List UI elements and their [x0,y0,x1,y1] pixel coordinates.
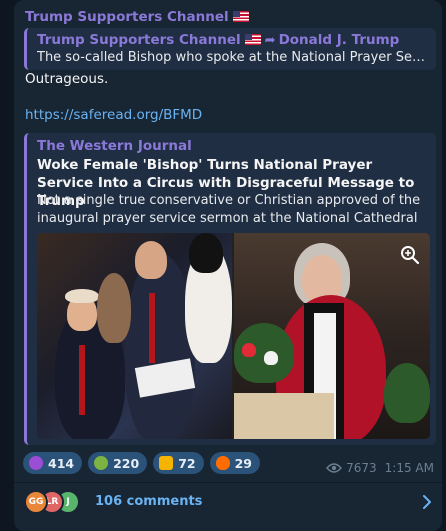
forward-arrow-icon: ➦ [264,33,276,48]
reaction-count: 414 [48,455,75,471]
preview-image-left-panel [37,233,232,439]
reaction-chip[interactable]: 414 [23,452,83,474]
figure-face [135,241,167,279]
zoom-in-icon[interactable] [400,245,420,265]
eye-icon [326,463,343,473]
flower-shape [264,351,278,365]
comments-button[interactable]: J LR GG 106 comments [14,483,442,523]
forwarded-author: Donald J. Trump [278,32,400,48]
message-time: 1:15 AM [384,461,434,475]
reaction-chip[interactable]: 72 [153,452,204,474]
figure-hair [65,289,99,303]
figure-shape [125,253,195,439]
reaction-chip[interactable]: 29 [209,452,260,474]
reaction-count: 29 [234,455,252,471]
tie-shape [149,293,155,363]
link-preview[interactable]: The Western Journal Woke Female 'Bishop'… [24,133,436,445]
reactions-bar: 414 220 72 29 [23,452,260,474]
avatar: GG [24,490,48,514]
tie-shape [79,345,85,415]
message-text: Outrageous. [25,71,109,87]
nauseated-face-icon [94,456,109,470]
smiling-devil-icon [29,456,43,470]
forwarded-channel-name: Trump Supporters Channel [37,32,241,48]
commenter-avatars: J LR GG [24,490,90,514]
figure-hair [97,273,131,343]
preview-image[interactable] [37,233,430,439]
message-meta: 7673 1:15 AM [326,461,434,475]
reaction-chip[interactable]: 220 [88,452,148,474]
forwarded-text: The so-called Bishop who spoke at the Na… [37,50,429,65]
view-count: 7673 [346,461,377,475]
message-link[interactable]: https://saferead.org/BFMD [25,107,202,123]
forwarded-header: Trump Supporters Channel ➦ Donald J. Trump [37,32,399,48]
forwarded-quote[interactable]: Trump Supporters Channel ➦ Donald J. Trump… [24,28,436,70]
flower-shape [242,343,256,357]
chevron-right-icon [423,495,431,509]
lectern-shape [234,393,334,439]
flowers-shape [384,363,430,423]
channel-name[interactable]: Trump Supporters Channel [25,9,249,25]
preview-image-right-panel [234,233,430,439]
channel-name-label: Trump Supporters Channel [25,9,229,25]
us-flag-icon [232,11,249,22]
reaction-count: 72 [178,455,196,471]
middle-finger-icon [159,456,174,470]
comments-count: 106 comments [95,494,203,509]
preview-site-name: The Western Journal [37,138,192,154]
message-bubble: Trump Supporters Channel Trump Supporter… [14,0,442,531]
us-flag-icon [244,34,261,45]
fire-icon [215,456,230,470]
reaction-count: 220 [113,455,140,471]
figure-hair [189,233,223,273]
preview-description: Not a single true conservative or Christ… [37,193,421,226]
